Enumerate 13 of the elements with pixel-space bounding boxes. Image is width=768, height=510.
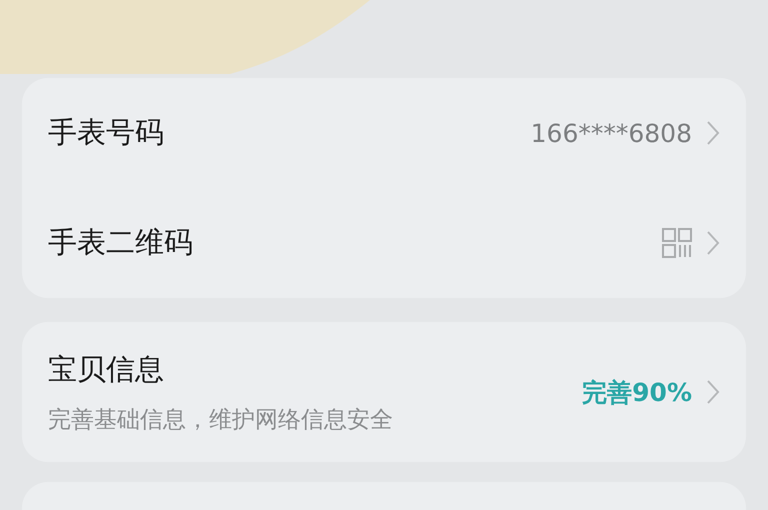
qr-code-icon — [662, 228, 692, 258]
completion-status: 完善90% — [582, 376, 692, 408]
phone-number: 166****6808 — [530, 118, 692, 148]
chevron-right-icon — [706, 230, 720, 256]
row-title: 手表号码 — [48, 114, 164, 151]
settings-row[interactable]: 宝贝信息 完善基础信息，维护网络信息安全 完善90% — [22, 322, 746, 462]
settings-row[interactable]: 手表号码 166****6808 — [22, 78, 746, 188]
row-title: 宝贝信息 — [48, 350, 165, 388]
row-title: 手表二维码 — [48, 224, 193, 261]
row-subtitle: 完善基础信息，维护网络信息安全 — [48, 406, 393, 434]
chevron-right-icon — [706, 379, 720, 405]
chevron-right-icon — [706, 120, 720, 146]
settings-row[interactable]: 手表二维码 — [22, 188, 746, 298]
